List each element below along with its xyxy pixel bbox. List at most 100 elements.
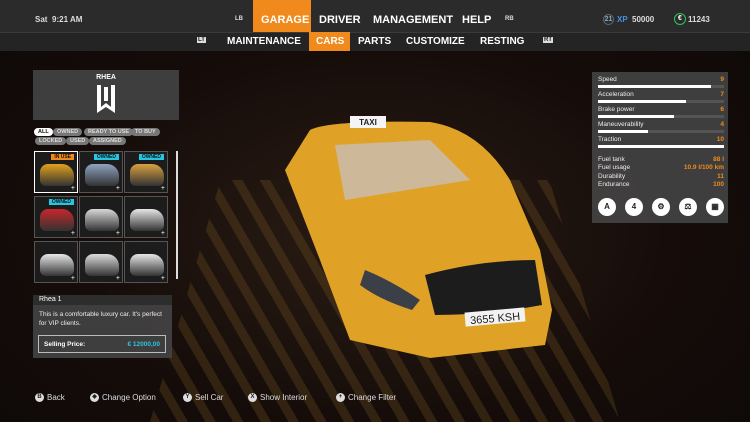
brand-name: RHEA (96, 74, 116, 81)
controller-button-icon: Y (183, 393, 192, 402)
subtab-customize[interactable]: CUSTOMIZE (406, 36, 465, 47)
stat-label: Traction (598, 136, 622, 143)
spec-value: 10.9 l/100 km (683, 164, 724, 172)
controller-button-icon: X (248, 393, 257, 402)
car-tile[interactable]: + (34, 241, 78, 283)
car-thumbnail (130, 209, 164, 231)
car-thumbnail (85, 254, 119, 276)
stat-value: 10 (716, 136, 724, 143)
status-badge: OWNED (48, 199, 74, 205)
selling-price-value: € 12000,00 (127, 341, 160, 348)
tab-driver[interactable]: DRIVER (319, 14, 361, 26)
car-thumbnail (85, 164, 119, 186)
filter-used[interactable]: USED (66, 137, 90, 145)
lt-button-icon[interactable]: LT (197, 37, 206, 43)
car-thumbnail (40, 254, 74, 276)
weight-icon: ⚖ (679, 198, 697, 216)
stat-bar (598, 130, 724, 133)
tab-garage[interactable]: GARAGE (261, 14, 309, 26)
plus-icon: + (70, 275, 75, 282)
car-tile[interactable]: + (124, 196, 168, 238)
car-thumbnail (40, 209, 74, 231)
taxi-sign: TAXI (359, 118, 377, 127)
filter-ready-to-use[interactable]: READY TO USE (84, 128, 134, 136)
automatic-gearbox-icon: A (598, 198, 616, 216)
stat-row: Speed 9 (598, 76, 724, 83)
filter-all[interactable]: ALL (34, 128, 53, 136)
stat-row: Maneuverability 4 (598, 121, 724, 128)
car-tile[interactable]: + (79, 196, 123, 238)
spec-label: Endurance (598, 180, 630, 188)
car-tile[interactable]: OWNED + (34, 196, 78, 238)
stat-value: 9 (720, 76, 724, 83)
controller-button-icon: ◆ (90, 393, 99, 402)
filter-locked[interactable]: LOCKED (35, 137, 67, 145)
hint-label: Back (47, 393, 65, 402)
controller-button-icon: B (35, 393, 44, 402)
subtab-maintenance[interactable]: MAINTENANCE (227, 36, 301, 47)
car-tile[interactable]: OWNED + (79, 151, 123, 193)
seats-4-icon: 4 (625, 198, 643, 216)
filter-owned[interactable]: OWNED (53, 128, 83, 136)
spec-value: 100 (713, 180, 724, 188)
grid-scrollbar[interactable] (176, 151, 178, 279)
stat-row: Traction 10 (598, 136, 724, 143)
hint-change-filter[interactable]: + Change Filter (336, 393, 396, 402)
subtab-parts[interactable]: PARTS (358, 36, 391, 47)
car-tile[interactable]: IN USE + (34, 151, 78, 193)
money-value: 11243 (688, 15, 710, 24)
lb-button-icon[interactable]: LB (235, 16, 243, 22)
radiator-icon: ▦ (706, 198, 724, 216)
spec-row: Durability 11 (598, 173, 724, 180)
tab-management[interactable]: MANAGEMENT (373, 14, 453, 26)
day-label: Sat (35, 15, 48, 24)
rb-button-icon[interactable]: RB (505, 16, 514, 22)
stat-label: Maneuverability (598, 121, 644, 128)
hint-label: Sell Car (195, 393, 224, 402)
stat-value: 7 (720, 91, 724, 98)
stat-value: 4 (720, 121, 724, 128)
car-tile[interactable]: + (79, 241, 123, 283)
car-info-panel: Rhea 1 This is a comfortable luxury car.… (33, 295, 172, 358)
hint-show-interior[interactable]: X Show Interior (248, 393, 307, 402)
filter-assigned[interactable]: ASSIGNED (89, 137, 126, 145)
hint-back[interactable]: B Back (35, 393, 65, 402)
plus-icon: + (70, 185, 75, 192)
subtab-cars[interactable]: CARS (316, 36, 344, 47)
spec-label: Fuel usage (598, 164, 631, 172)
filter-to-buy[interactable]: TO BUY (131, 128, 160, 136)
car-description: This is a comfortable luxury car. It's p… (39, 311, 162, 327)
car-thumbnail (40, 164, 74, 186)
spec-row: Fuel usage 10.9 l/100 km (598, 164, 724, 171)
spec-row: Fuel tank 88 l (598, 156, 724, 163)
plus-icon: + (115, 230, 120, 237)
plus-icon: + (160, 230, 165, 237)
car-thumbnail (85, 209, 119, 231)
selling-price-label: Selling Price: (44, 341, 86, 348)
tab-help[interactable]: HELP (462, 14, 491, 26)
euro-icon: € (674, 13, 686, 25)
car-thumbnail (130, 164, 164, 186)
car-name: Rhea 1 (39, 296, 62, 303)
rt-button-icon[interactable]: RT (543, 37, 553, 43)
stat-value: 6 (720, 106, 724, 113)
stat-bar (598, 100, 724, 103)
plus-icon: + (115, 275, 120, 282)
engine-icon: ⚙ (652, 198, 670, 216)
stat-label: Brake power (598, 106, 635, 113)
time-label: 9:21 AM (52, 15, 83, 24)
xp-label: XP (617, 15, 628, 24)
plus-icon: + (70, 230, 75, 237)
spec-value: 11 (717, 172, 724, 180)
car-tile[interactable]: + (124, 241, 168, 283)
stat-bar (598, 145, 724, 148)
spec-label: Fuel tank (598, 156, 625, 163)
car-thumbnail (130, 254, 164, 276)
car-tile[interactable]: OWNED + (124, 151, 168, 193)
hint-change-option[interactable]: ◆ Change Option (90, 393, 156, 402)
plus-icon: + (115, 185, 120, 192)
hint-sell-car[interactable]: Y Sell Car (183, 393, 223, 402)
spec-label: Durability (598, 172, 626, 180)
status-badge: OWNED (93, 154, 119, 160)
subtab-resting[interactable]: RESTING (480, 36, 524, 47)
